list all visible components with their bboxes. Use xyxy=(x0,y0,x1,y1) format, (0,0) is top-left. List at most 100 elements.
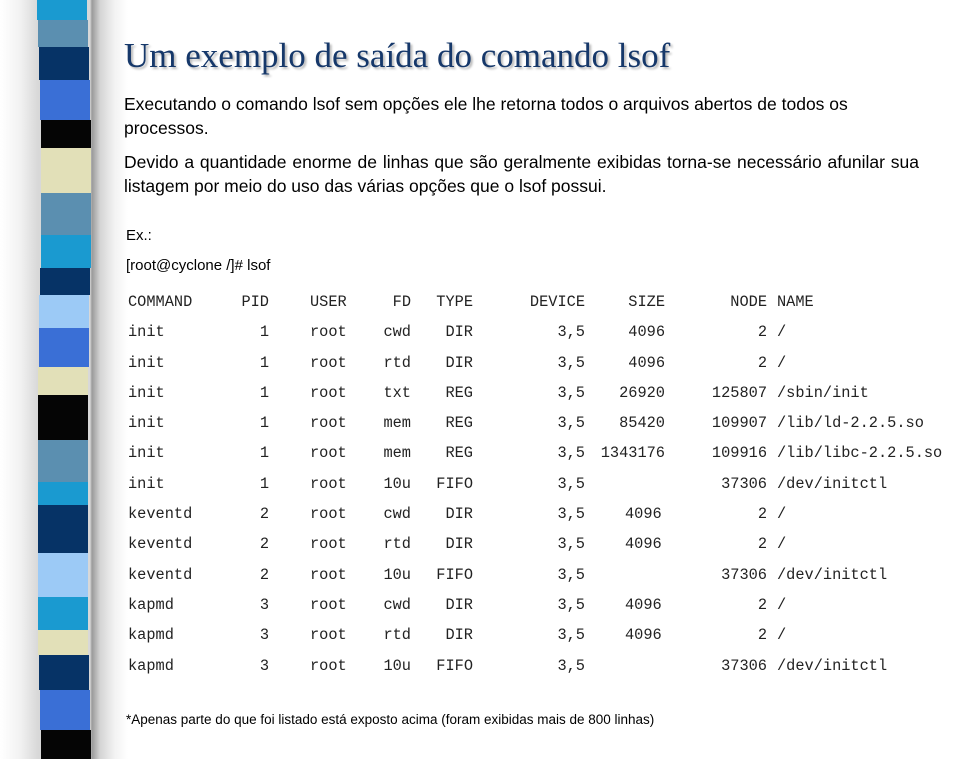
cell-fd: 10u xyxy=(383,474,411,493)
cell-type: DIR xyxy=(445,626,473,645)
cell-fd: rtd xyxy=(383,535,411,554)
cell-command: init xyxy=(128,414,165,433)
stripe-cyan xyxy=(38,482,88,505)
stripe-navy xyxy=(39,655,89,690)
stripe-steel xyxy=(38,20,88,47)
cell-user: root xyxy=(310,323,347,342)
cell-size: 4096 xyxy=(625,626,662,645)
cell-command: init xyxy=(128,353,165,372)
cell-user: root xyxy=(310,383,347,402)
stripe-cyan xyxy=(41,235,91,268)
table-row: keventd 2 root rtd DIR 3,5 4096 2 / xyxy=(128,535,958,565)
cell-device: 3,5 xyxy=(557,414,585,433)
cell-fd: rtd xyxy=(383,353,411,372)
cell-fd: rtd xyxy=(383,626,411,645)
cell-type: DIR xyxy=(445,353,473,372)
explanation-paragraph: Devido a quantidade enorme de linhas que… xyxy=(124,152,919,196)
cell-size: 85420 xyxy=(619,414,665,433)
stripe-cyan xyxy=(38,597,88,630)
cell-size: 4096 xyxy=(625,535,662,554)
cell-name: / xyxy=(777,505,787,524)
lsof-output-table: COMMAND PID USER FD TYPE DEVICE SIZE NOD… xyxy=(128,293,958,687)
cell-name: /dev/initctl xyxy=(777,565,888,584)
cell-size: 4096 xyxy=(628,353,665,372)
cell-command: kapmd xyxy=(128,656,174,675)
cell-size: 4096 xyxy=(625,595,662,614)
cell-pid: 1 xyxy=(259,474,269,493)
stripe-black xyxy=(38,395,88,440)
cell-user: root xyxy=(310,505,347,524)
cell-name: / xyxy=(777,323,787,342)
table-row: kapmd 3 root rtd DIR 3,5 4096 2 / xyxy=(128,626,958,656)
table-row: kapmd 3 root 10u FIFO 3,5 37306/dev/initctl xyxy=(128,657,958,687)
cell-type: DIR xyxy=(445,595,473,614)
cell-size: 4096 xyxy=(628,323,665,342)
cell-fd: 10u xyxy=(383,565,411,584)
header-user: USER xyxy=(310,293,347,311)
cell-command: keventd xyxy=(128,565,193,584)
cell-user: root xyxy=(310,626,347,645)
cell-node: 37306 xyxy=(721,474,767,493)
cell-type: DIR xyxy=(445,535,473,554)
cell-user: root xyxy=(310,535,347,554)
cell-type: DIR xyxy=(445,505,473,524)
cell-type: DIR xyxy=(445,323,473,342)
stripe-cyan xyxy=(37,0,87,20)
cell-type: FIFO xyxy=(436,656,473,675)
cell-command: init xyxy=(128,474,165,493)
stripe-light xyxy=(39,295,89,328)
cell-fd: mem xyxy=(383,414,411,433)
footnote: *Apenas parte do que foi listado está ex… xyxy=(126,712,655,727)
cell-node: 2 xyxy=(757,535,767,554)
cell-device: 3,5 xyxy=(557,595,585,614)
cell-type: FIFO xyxy=(436,474,473,493)
stripe-black xyxy=(41,120,91,148)
cell-user: root xyxy=(310,414,347,433)
cell-user: root xyxy=(310,656,347,675)
intro-paragraph: Executando o comando lsof sem opções ele… xyxy=(124,94,848,138)
cell-device: 3,5 xyxy=(557,353,585,372)
table-row: init 1 root rtd DIR 3,5 4096 2 / xyxy=(128,354,958,384)
cell-device: 3,5 xyxy=(557,323,585,342)
table-row: kapmd 3 root cwd DIR 3,5 4096 2 / xyxy=(128,596,958,626)
cell-fd: cwd xyxy=(383,323,411,342)
table-row: keventd 2 root 10u FIFO 3,5 37306/dev/initctl xyxy=(128,566,958,596)
cell-name: / xyxy=(777,595,787,614)
stripe-navy xyxy=(39,47,89,80)
cell-size: 26920 xyxy=(619,383,665,402)
cell-pid: 2 xyxy=(259,505,269,524)
header-name: NAME xyxy=(777,293,814,311)
cell-user: root xyxy=(310,353,347,372)
table-row: init 1 root 10u FIFO 3,5 37306/dev/initctl xyxy=(128,475,958,505)
cell-node: 2 xyxy=(757,505,767,524)
cell-size: 4096 xyxy=(625,505,662,524)
cell-command: init xyxy=(128,383,165,402)
cell-device: 3,5 xyxy=(557,565,585,584)
stripe-beige xyxy=(38,367,88,395)
cell-command: kapmd xyxy=(128,626,174,645)
cell-device: 3,5 xyxy=(557,626,585,645)
stripe-navy xyxy=(40,268,90,295)
stripe-steel xyxy=(41,193,91,235)
cell-node: 2 xyxy=(757,595,767,614)
cell-pid: 1 xyxy=(259,353,269,372)
cell-device: 3,5 xyxy=(557,505,585,524)
cell-pid: 3 xyxy=(259,626,269,645)
cell-name: /sbin/init xyxy=(777,383,869,402)
stripe-steel xyxy=(38,440,88,482)
cell-fd: mem xyxy=(383,444,411,463)
cell-pid: 1 xyxy=(259,323,269,342)
cell-command: init xyxy=(128,444,165,463)
cell-node: 109916 xyxy=(711,444,767,463)
table-header-row: COMMAND PID USER FD TYPE DEVICE SIZE NOD… xyxy=(128,293,958,323)
example-label: Ex.: xyxy=(126,227,152,244)
stripe-beige xyxy=(41,148,91,193)
cell-device: 3,5 xyxy=(557,656,585,675)
cell-name: / xyxy=(777,353,787,372)
cell-name: /dev/initctl xyxy=(777,474,888,493)
cell-fd: cwd xyxy=(383,595,411,614)
cell-type: FIFO xyxy=(436,565,473,584)
cell-type: REG xyxy=(445,414,473,433)
stripe-light xyxy=(38,553,88,597)
header-size: SIZE xyxy=(628,293,665,311)
